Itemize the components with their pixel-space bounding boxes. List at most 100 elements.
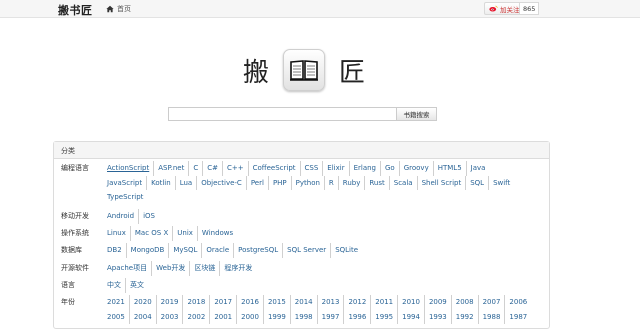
category-row-label: 移动开发 [61,212,89,220]
category-link[interactable]: 1987 [504,309,531,324]
category-link[interactable]: Unix [172,226,197,241]
category-link[interactable]: 英文 [125,278,148,293]
category-link[interactable]: MySQL [168,243,201,258]
category-link[interactable]: C [188,161,202,176]
category-link[interactable]: 2012 [343,295,370,310]
category-link[interactable]: 2007 [477,295,505,310]
category-row: 移动开发 Android iOS [61,209,546,224]
category-items: Android iOS [107,209,546,224]
category-row-label: 编程语言 [61,164,89,172]
category-link[interactable]: 2001 [209,309,236,324]
category-link[interactable]: ActionScript [107,161,153,176]
category-row: 年份 2021 2020 2019 2018 2017 2016 2015 2014 2013 20… [61,295,546,324]
category-link[interactable]: Rust [364,175,388,190]
category-link[interactable]: 2019 [155,295,183,310]
category-link[interactable]: HTML5 [432,161,466,176]
category-link[interactable]: Android [107,209,138,224]
category-link[interactable]: PostgreSQL [233,243,282,258]
search-form: 书籍搜索 [168,107,437,121]
category-link[interactable]: 2013 [316,295,344,310]
home-icon [106,5,114,13]
category-link[interactable]: 1994 [397,309,424,324]
category-link[interactable]: 1993 [423,309,451,324]
category-link[interactable]: 2021 [107,295,129,310]
category-link[interactable]: Lua [174,175,197,190]
category-link[interactable]: C++ [221,161,248,176]
category-link[interactable]: SQL [465,175,488,190]
category-link[interactable]: CoffeeScript [247,161,300,176]
search-input[interactable] [168,107,396,121]
category-link[interactable]: 2002 [182,309,209,324]
category-link[interactable]: SQLite [330,243,362,258]
search-button[interactable]: 书籍搜索 [396,107,437,121]
category-link[interactable]: Kotlin [146,175,175,190]
category-link[interactable]: 2006 [504,295,531,310]
category-link[interactable]: Scala [388,175,417,190]
category-items: Apache项目 Web开发 区块链 程序开发 [107,261,546,276]
category-items: 2021 2020 2019 2018 2017 2016 2015 2014 2013 2012… [107,295,546,324]
category-link[interactable]: 1996 [343,309,370,324]
category-link[interactable]: Erlang [348,161,380,176]
category-link[interactable]: Linux [107,226,130,241]
category-link[interactable]: SQL Server [282,243,330,258]
category-link[interactable]: 2005 [107,310,129,325]
category-link[interactable]: 2009 [423,295,451,310]
category-link[interactable]: 2010 [397,295,424,310]
category-link[interactable]: 2014 [289,295,317,310]
category-link[interactable]: 2011 [370,295,397,310]
category-link[interactable]: 2000 [236,309,263,324]
category-link[interactable]: 2015 [262,295,290,310]
category-link[interactable]: 2018 [182,295,209,310]
category-link[interactable]: C# [202,161,222,176]
category-link[interactable]: 2008 [450,295,478,310]
category-link[interactable]: Java [465,161,490,176]
category-panel: 分类 编程语言 ActionScript ASP.net C C# C++ CoffeeSc… [53,141,550,329]
category-link[interactable]: JavaScript [107,176,146,191]
category-link[interactable]: PHP [267,175,291,190]
category-link[interactable]: 1997 [316,309,344,324]
category-items: ActionScript ASP.net C C# C++ CoffeeScript CSS… [107,161,546,205]
category-link[interactable]: 2017 [209,295,236,310]
category-link[interactable]: 2016 [236,295,263,310]
category-link[interactable]: 1992 [450,309,478,324]
category-items: Linux Mac OS X Unix Windows [107,226,546,241]
category-link[interactable]: 中文 [107,278,125,293]
category-link[interactable]: DB2 [107,243,126,258]
category-link[interactable]: Mac OS X [129,226,172,241]
category-link[interactable]: 1998 [289,309,317,324]
category-row: 语言 中文 英文 [61,278,546,293]
category-link[interactable]: Oracle [201,243,233,258]
category-link[interactable]: Swift [488,175,514,190]
category-link[interactable]: 2004 [128,309,156,324]
category-link[interactable]: Ruby [337,175,365,190]
category-link[interactable]: Perl [245,175,268,190]
category-link[interactable]: 1988 [477,309,505,324]
book-logo-icon [283,49,326,91]
category-link[interactable]: CSS [299,161,323,176]
category-link[interactable]: Web开发 [151,261,189,276]
top-navbar: 搬书匠 首页 加关注 865 [0,0,640,18]
category-link[interactable]: 2020 [128,295,156,310]
category-link[interactable]: Groovy [398,161,433,176]
category-link[interactable]: Windows [196,226,237,241]
category-link[interactable]: MongoDB [125,243,169,258]
category-link[interactable]: 1995 [370,309,397,324]
category-link[interactable]: 1999 [262,309,290,324]
home-link[interactable]: 首页 [106,4,131,14]
category-link[interactable]: TypeScript [107,190,147,205]
category-row-label: 数据库 [61,246,82,254]
category-link[interactable]: Go [380,161,399,176]
brand-logo-text[interactable]: 搬书匠 [58,2,93,18]
category-link[interactable]: Python [290,175,324,190]
category-link[interactable]: Objective-C [196,175,246,190]
category-link[interactable]: R [323,175,338,190]
category-link[interactable]: Elixir [322,161,348,176]
category-link[interactable]: 程序开发 [219,261,256,276]
category-link[interactable]: Shell Script [416,175,466,190]
category-link[interactable]: 区块链 [189,261,219,276]
category-link[interactable]: Apache项目 [107,261,151,276]
category-link[interactable]: 2003 [155,309,183,324]
category-link[interactable]: iOS [138,209,159,224]
category-link[interactable]: ASP.net [153,161,188,176]
logo-right-char: 匠 [339,57,366,88]
